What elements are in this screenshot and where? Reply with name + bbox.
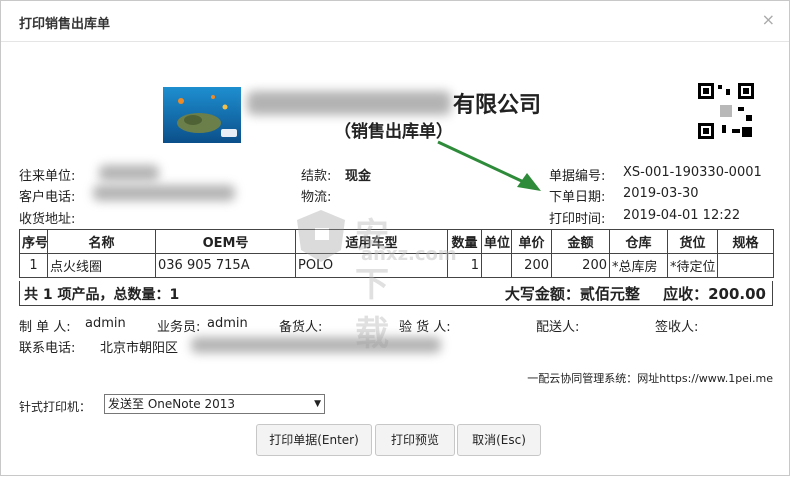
printer-label: 针式打印机：	[19, 400, 92, 414]
cell-location: *待定位	[667, 253, 718, 278]
partner-label: 往来单位:	[19, 169, 76, 184]
print-time-label: 打印时间:	[549, 212, 606, 227]
cell-price: 200	[511, 253, 552, 278]
check-label: 验 货 人:	[399, 320, 451, 335]
column-header: 规格	[717, 229, 774, 254]
maker-value: admin	[85, 316, 126, 331]
column-header: 序号	[19, 229, 48, 254]
company-name-suffix: 有限公司	[453, 93, 542, 118]
column-header: 货位	[667, 229, 718, 254]
amount-in-words: 大写金额：贰佰元整	[504, 285, 640, 303]
watermark-shield-icon	[297, 210, 345, 262]
column-header: 单位	[481, 229, 512, 254]
dialog-title: 打印销售出库单	[19, 17, 111, 32]
phone-value-redacted	[93, 185, 235, 201]
phone-label: 客户电话:	[19, 190, 76, 205]
summary-count: 共 1 项产品，总数量：1	[24, 287, 180, 303]
company-name-redacted	[247, 91, 451, 115]
order-date-value: 2019-03-30	[623, 186, 699, 201]
column-header: 名称	[47, 229, 156, 254]
print-dialog: 打印销售出库单 × 有限公司 （销售出库单） 往来单位: 客户电话: 收货地址:…	[0, 0, 790, 476]
print-button[interactable]: 打印单据(Enter)	[256, 424, 372, 456]
column-header: 单价	[511, 229, 552, 254]
partner-value-redacted	[99, 165, 159, 181]
watermark-text-cn: 安下载	[355, 216, 389, 354]
delivery-label: 配送人:	[536, 320, 580, 335]
doc-no-label: 单据编号:	[549, 169, 606, 184]
summary-totals: 大写金额：贰佰元整 应收：200.00	[505, 283, 766, 304]
contact-label: 联系电话:	[19, 341, 76, 356]
close-icon[interactable]: ×	[762, 10, 775, 29]
stock-label: 备货人:	[279, 320, 323, 335]
contact-value: 北京市朝阳区	[100, 341, 179, 356]
cell-amount: 200	[551, 253, 610, 278]
preview-button[interactable]: 打印预览	[375, 424, 455, 456]
maker-label: 制 单 人:	[19, 320, 71, 335]
column-header: 仓库	[609, 229, 668, 254]
dialog-titlebar: 打印销售出库单 ×	[1, 1, 789, 42]
qr-code-image	[696, 81, 756, 141]
printer-selected-value: 发送至 OneNote 2013	[108, 397, 236, 411]
column-header: 金额	[551, 229, 610, 254]
contact-value-redacted	[191, 337, 441, 353]
cell-spec	[717, 253, 774, 278]
address-label: 收货地址:	[19, 212, 76, 227]
cell-warehouse: *总库房	[609, 253, 668, 278]
cell-name: 点火线圈	[47, 253, 156, 278]
printer-select[interactable]: 发送至 OneNote 2013 ▼	[104, 394, 325, 414]
sign-label: 签收人:	[655, 320, 699, 335]
sales-value: admin	[207, 316, 248, 331]
amount-receivable: 应收：200.00	[663, 285, 766, 303]
print-time-value: 2019-04-01 12:22	[623, 208, 741, 223]
cell-index: 1	[19, 253, 48, 278]
order-date-label: 下单日期:	[549, 190, 606, 205]
sales-label: 业务员:	[157, 320, 201, 335]
cancel-button[interactable]: 取消(Esc)	[457, 424, 541, 456]
logistics-label: 物流:	[301, 190, 332, 205]
doc-no-value: XS-001-190330-0001	[623, 165, 762, 180]
document-subtitle: （销售出库单）	[334, 122, 453, 142]
column-header: OEM号	[155, 229, 296, 254]
watermark-text-en: anxz.com	[361, 244, 457, 265]
summary-row: 共 1 项产品，总数量：1 大写金额：贰佰元整 应收：200.00	[19, 281, 773, 306]
watermark: 安下载 anxz.com	[291, 206, 457, 354]
company-logo-image	[163, 87, 241, 143]
settlement-label: 结款:	[301, 169, 332, 184]
settlement-value: 现金	[345, 169, 372, 184]
system-note: 一配云协同管理系统：网址https://www.1pei.me	[527, 372, 773, 385]
cell-unit	[481, 253, 512, 278]
chevron-down-icon[interactable]: ▼	[314, 395, 321, 413]
cell-oem: 036 905 715A	[155, 253, 296, 278]
